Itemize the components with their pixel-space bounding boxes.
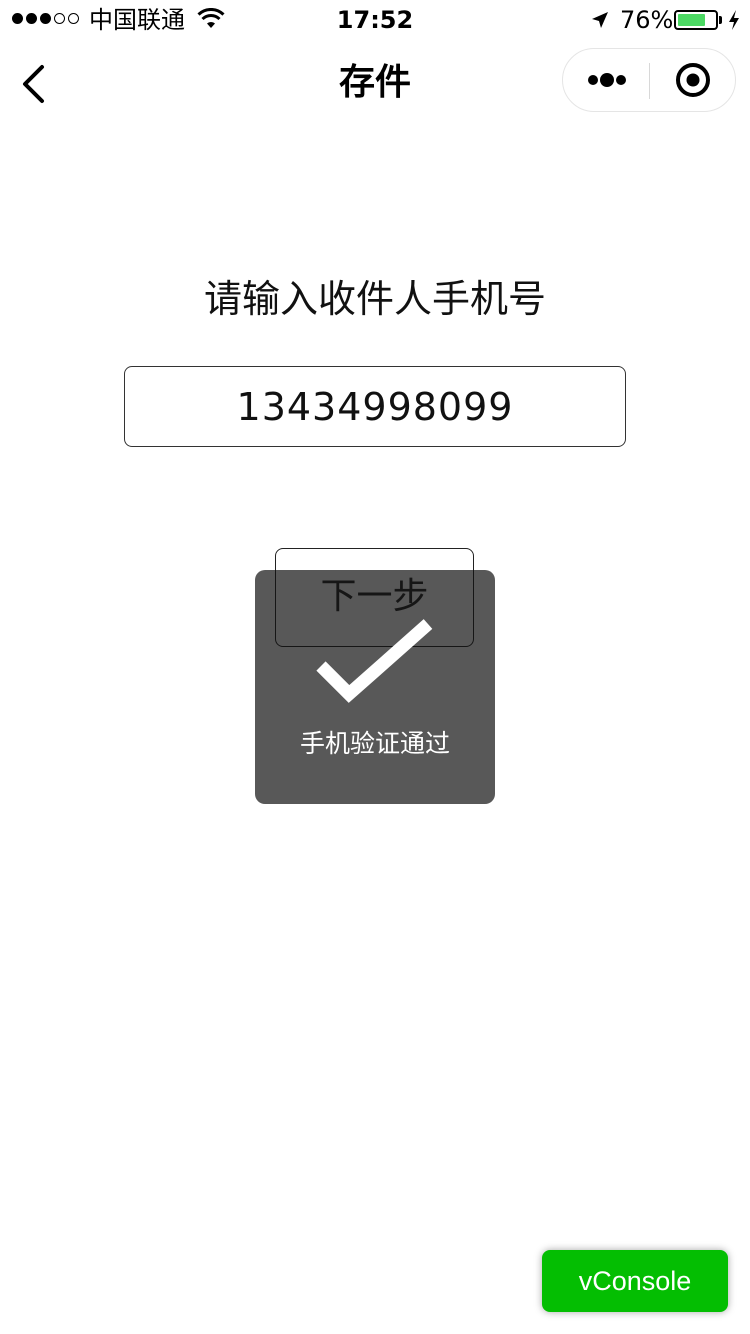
battery-percentage: 76% bbox=[620, 6, 674, 34]
more-dots-icon bbox=[588, 73, 626, 87]
bolt-icon bbox=[729, 10, 739, 30]
battery-level-fill bbox=[678, 14, 706, 26]
phone-prompt-label: 请输入收件人手机号 bbox=[203, 277, 546, 321]
navigation-bar: 存件 bbox=[0, 40, 750, 128]
toast-message: 手机验证通过 bbox=[299, 729, 450, 758]
battery-icon bbox=[674, 10, 718, 30]
menu-capsule bbox=[562, 48, 736, 112]
vconsole-button[interactable]: vConsole bbox=[542, 1250, 728, 1312]
close-miniprogram-button[interactable] bbox=[650, 49, 736, 111]
battery-cap bbox=[719, 16, 722, 24]
status-bar: 中国联通 17:52 76% bbox=[0, 0, 750, 40]
phone-number-input[interactable] bbox=[124, 366, 626, 447]
location-arrow-icon bbox=[592, 12, 608, 28]
more-button[interactable] bbox=[563, 49, 649, 111]
target-circle-icon bbox=[676, 63, 710, 97]
success-toast: 手机验证通过 bbox=[255, 570, 495, 804]
checkmark-icon bbox=[316, 619, 433, 703]
